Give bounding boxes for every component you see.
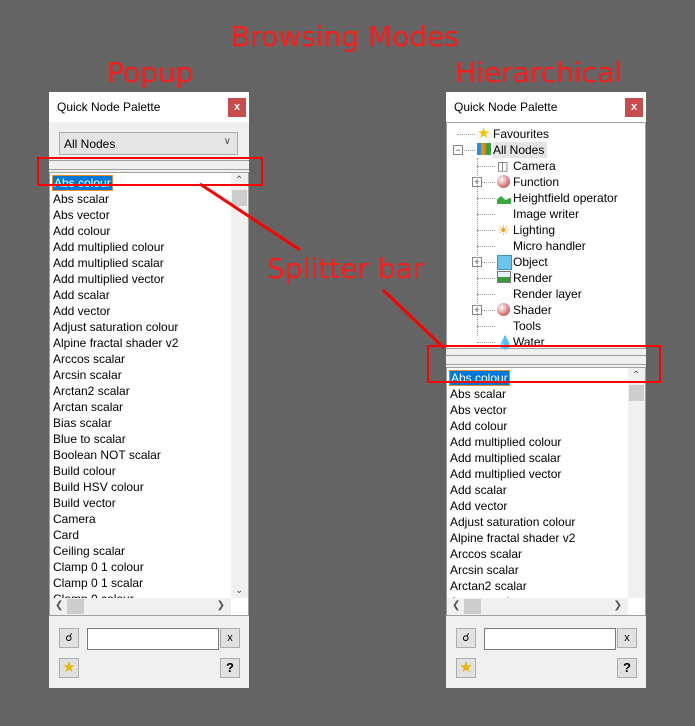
annotation-arrows bbox=[199, 182, 446, 350]
arrow-line-popup bbox=[199, 182, 301, 252]
arrow-line-hierarchical bbox=[381, 288, 446, 350]
